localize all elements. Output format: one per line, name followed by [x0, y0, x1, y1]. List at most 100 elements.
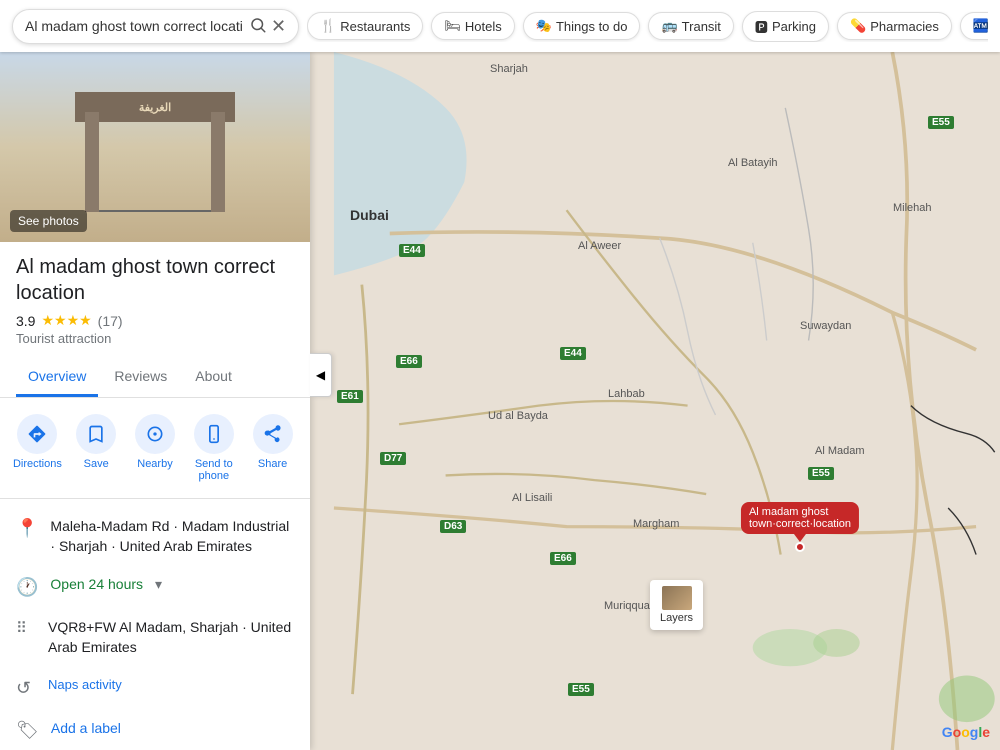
nearby-icon — [135, 414, 175, 454]
share-label: Share — [258, 458, 287, 470]
category-pill-parking[interactable]: 🅿 Parking — [742, 11, 829, 42]
action-save-button[interactable]: Save — [68, 414, 124, 482]
left-panel: الغريفة See photos Al madam ghost town c… — [0, 52, 310, 750]
action-nearby-button[interactable]: Nearby — [127, 414, 183, 482]
action-share-button[interactable]: Share — [245, 414, 301, 482]
rating-row: 3.9 ★★★★ (17) — [16, 312, 294, 329]
road-number-9: D63 — [440, 520, 466, 533]
hours-text: Open 24 hours — [50, 576, 143, 592]
category-pill-things-to-do[interactable]: 🎭 Things to do — [523, 12, 641, 40]
map-label-8: Muriqquab — [604, 600, 656, 612]
google-o2: o — [961, 724, 970, 740]
action-buttons: Directions Save Nearby Send to phone Share — [0, 398, 310, 499]
search-clear-button[interactable]: ✕ — [271, 16, 286, 37]
action-send-to-phone-button[interactable]: Send to phone — [186, 414, 242, 482]
pin-dot — [795, 542, 805, 552]
things-to-do-category-label: Things to do — [556, 19, 628, 34]
share-icon — [253, 414, 293, 454]
add-label-row[interactable]: 🏷 Add a label — [0, 709, 310, 750]
save-icon — [76, 414, 116, 454]
plus-code-row: ⠿ VQR8+FW Al Madam, Sharjah · United Ara… — [0, 608, 310, 667]
parking-category-label: Parking — [772, 19, 816, 34]
road-number-2: E66 — [396, 355, 422, 368]
things-to-do-category-icon: 🎭 — [536, 18, 552, 34]
pharmacies-category-label: Pharmacies — [870, 19, 939, 34]
place-info: Al madam ghost town correct location 3.9… — [0, 242, 310, 358]
location-icon: 📍 — [16, 518, 38, 539]
tab-about[interactable]: About — [183, 358, 244, 397]
send-to-phone-label: Send to phone — [186, 458, 242, 482]
clock-icon: 🕐 — [16, 577, 38, 598]
search-input[interactable] — [25, 18, 245, 34]
category-pill-pharmacies[interactable]: 💊Pharmacies — [837, 12, 952, 40]
hotels-category-icon: 🛏 — [444, 18, 461, 34]
action-directions-button[interactable]: Directions — [9, 414, 65, 482]
hours-chevron-icon[interactable]: ▾ — [155, 576, 162, 593]
map-area[interactable]: DubaiSharjahAl AweerAl MadamLahbabUd al … — [310, 52, 1000, 750]
tab-overview[interactable]: Overview — [16, 358, 98, 397]
directions-icon — [17, 414, 57, 454]
transit-category-label: Transit — [682, 19, 721, 34]
layers-button[interactable]: Layers — [650, 580, 703, 630]
hours-row[interactable]: 🕐 Open 24 hours ▾ — [0, 566, 310, 608]
map-label-11: Suwaydan — [800, 320, 851, 332]
place-title: Al madam ghost town correct location — [16, 254, 294, 306]
add-label-text[interactable]: Add a label — [51, 719, 294, 739]
map-label-4: Lahbab — [608, 388, 645, 400]
map-label-0: Dubai — [350, 207, 389, 223]
tab-reviews[interactable]: Reviews — [102, 358, 179, 397]
atms-category-icon: 🏧 — [973, 18, 988, 34]
google-g: G — [942, 724, 953, 740]
send-to-phone-icon — [194, 414, 234, 454]
map-label-3: Al Madam — [815, 445, 865, 457]
nearby-label: Nearby — [137, 458, 172, 470]
road-number-0: E55 — [928, 116, 954, 129]
map-canvas: DubaiSharjahAl AweerAl MadamLahbabUd al … — [310, 52, 1000, 750]
tabs: OverviewReviewsAbout — [0, 358, 310, 398]
map-label-6: Al Lisaili — [512, 492, 552, 504]
plus-code-icon: ⠿ — [16, 619, 36, 637]
maps-activity-row[interactable]: ↺ Naps activity — [0, 667, 310, 709]
category-pill-atms[interactable]: 🏧ATMs — [960, 12, 988, 40]
rating-number: 3.9 — [16, 313, 35, 329]
restaurants-category-label: Restaurants — [340, 19, 410, 34]
layers-label: Layers — [660, 612, 693, 624]
pin-bubble: Al madam ghosttown·correct·location — [741, 502, 859, 534]
category-pill-hotels[interactable]: 🛏Hotels — [431, 12, 514, 40]
map-pin[interactable]: Al madam ghosttown·correct·location — [741, 502, 859, 552]
road-number-6: E55 — [808, 467, 834, 480]
history-icon: ↺ — [16, 678, 36, 699]
road-number-8: D77 — [380, 452, 406, 465]
plus-code-text: VQR8+FW Al Madam, Sharjah · United Arab … — [48, 618, 294, 657]
map-roads-svg — [310, 52, 1000, 750]
map-label-5: Ud al Bayda — [488, 410, 548, 422]
tag-icon: 🏷 — [16, 720, 39, 741]
restaurants-category-icon: 🍴 — [320, 18, 336, 34]
google-o1: o — [953, 724, 962, 740]
layers-icon — [662, 586, 692, 610]
main-content: الغريفة See photos Al madam ghost town c… — [0, 52, 1000, 750]
road-number-1: E44 — [399, 244, 425, 257]
category-pill-restaurants[interactable]: 🍴 Restaurants — [307, 12, 423, 40]
top-bar: ✕ 🍴 Restaurants 🛏Hotels 🎭 Things to do 🚌 Trans… — [0, 0, 1000, 52]
address-row: 📍 Maleha-Madam Rd · Madam Industrial · S… — [0, 507, 310, 566]
info-section: 📍 Maleha-Madam Rd · Madam Industrial · S… — [0, 499, 310, 750]
road-number-5: E66 — [550, 552, 576, 565]
category-pill-transit[interactable]: 🚌 Transit — [648, 12, 733, 40]
map-label-2: Al Aweer — [578, 240, 621, 252]
collapse-panel-button[interactable]: ◀ — [310, 353, 332, 397]
directions-label: Directions — [13, 458, 62, 470]
save-label: Save — [84, 458, 109, 470]
parking-category-icon: 🅿 — [755, 17, 768, 36]
maps-activity-text[interactable]: Naps activity — [48, 677, 122, 692]
google-e: e — [982, 724, 990, 740]
review-count[interactable]: (17) — [98, 313, 123, 329]
see-photos-button[interactable]: See photos — [10, 210, 87, 232]
road-number-3: E61 — [337, 390, 363, 403]
place-type: Tourist attraction — [16, 331, 294, 346]
transit-category-icon: 🚌 — [661, 18, 677, 34]
place-image[interactable]: الغريفة See photos — [0, 52, 310, 242]
stars: ★★★★ — [41, 312, 91, 329]
search-button[interactable] — [245, 16, 271, 37]
pin-label: Al madam ghosttown·correct·location — [749, 506, 851, 530]
